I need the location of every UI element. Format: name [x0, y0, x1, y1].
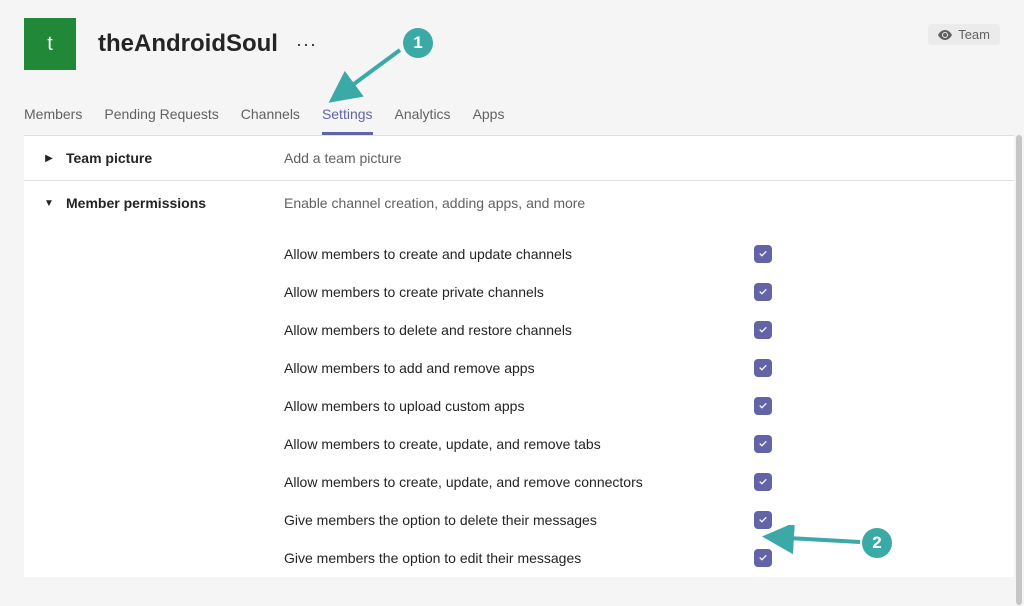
permission-checkbox-private-channels[interactable] [754, 283, 772, 301]
tab-pending-requests[interactable]: Pending Requests [104, 106, 218, 135]
permission-checkbox-edit-messages[interactable] [754, 549, 772, 567]
annotation-circle-1: 1 [403, 28, 433, 58]
permission-checkbox-delete-restore-channels[interactable] [754, 321, 772, 339]
section-member-permissions-header[interactable]: ▼ Member permissions [44, 195, 284, 211]
scrollbar[interactable] [1016, 135, 1022, 605]
tab-apps[interactable]: Apps [473, 106, 505, 135]
team-avatar: t [24, 18, 76, 70]
section-description: Enable channel creation, adding apps, an… [284, 195, 994, 211]
section-description: Add a team picture [284, 150, 994, 166]
permission-label: Allow members to create and update chann… [284, 246, 754, 262]
permission-list: Allow members to create and update chann… [284, 211, 994, 577]
permission-label: Allow members to upload custom apps [284, 398, 754, 414]
section-title: Team picture [66, 150, 152, 166]
permission-label: Allow members to create private channels [284, 284, 754, 300]
badge-label: Team [958, 27, 990, 42]
permission-row: Allow members to create private channels [284, 273, 994, 311]
chevron-down-icon: ▼ [44, 198, 54, 208]
section-team-picture-header[interactable]: ▶ Team picture [44, 150, 284, 166]
section-member-permissions: ▼ Member permissions Enable channel crea… [24, 181, 1014, 577]
page-header: t theAndroidSoul ··· Team [0, 0, 1024, 78]
permission-label: Give members the option to delete their … [284, 512, 754, 528]
permission-label: Allow members to delete and restore chan… [284, 322, 754, 338]
permission-label: Allow members to create, update, and rem… [284, 436, 754, 452]
section-title: Member permissions [66, 195, 206, 211]
permission-checkbox-tabs[interactable] [754, 435, 772, 453]
settings-panel: ▶ Team picture Add a team picture ▼ Memb… [24, 135, 1014, 577]
team-visibility-badge[interactable]: Team [928, 24, 1000, 45]
eye-icon [938, 30, 952, 40]
permission-row: Allow members to upload custom apps [284, 387, 994, 425]
permission-label: Give members the option to edit their me… [284, 550, 754, 566]
permission-checkbox-upload-custom-apps[interactable] [754, 397, 772, 415]
permission-row: Allow members to create and update chann… [284, 235, 994, 273]
chevron-right-icon: ▶ [44, 153, 54, 163]
more-options-button[interactable]: ··· [288, 30, 325, 59]
permission-row: Allow members to add and remove apps [284, 349, 994, 387]
annotation-circle-2: 2 [862, 528, 892, 558]
permission-row: Allow members to delete and restore chan… [284, 311, 994, 349]
permission-checkbox-add-remove-apps[interactable] [754, 359, 772, 377]
permission-checkbox-delete-messages[interactable] [754, 511, 772, 529]
tab-channels[interactable]: Channels [241, 106, 300, 135]
tab-analytics[interactable]: Analytics [395, 106, 451, 135]
team-name: theAndroidSoul [98, 30, 278, 58]
tab-settings[interactable]: Settings [322, 106, 373, 135]
tab-members[interactable]: Members [24, 106, 82, 135]
permission-label: Allow members to add and remove apps [284, 360, 754, 376]
tab-bar: Members Pending Requests Channels Settin… [0, 78, 1024, 135]
permission-row: Allow members to create, update, and rem… [284, 425, 994, 463]
permission-checkbox-connectors[interactable] [754, 473, 772, 491]
permission-row: Allow members to create, update, and rem… [284, 463, 994, 501]
permission-checkbox-create-update-channels[interactable] [754, 245, 772, 263]
permission-label: Allow members to create, update, and rem… [284, 474, 754, 490]
section-team-picture: ▶ Team picture Add a team picture [24, 136, 1014, 181]
